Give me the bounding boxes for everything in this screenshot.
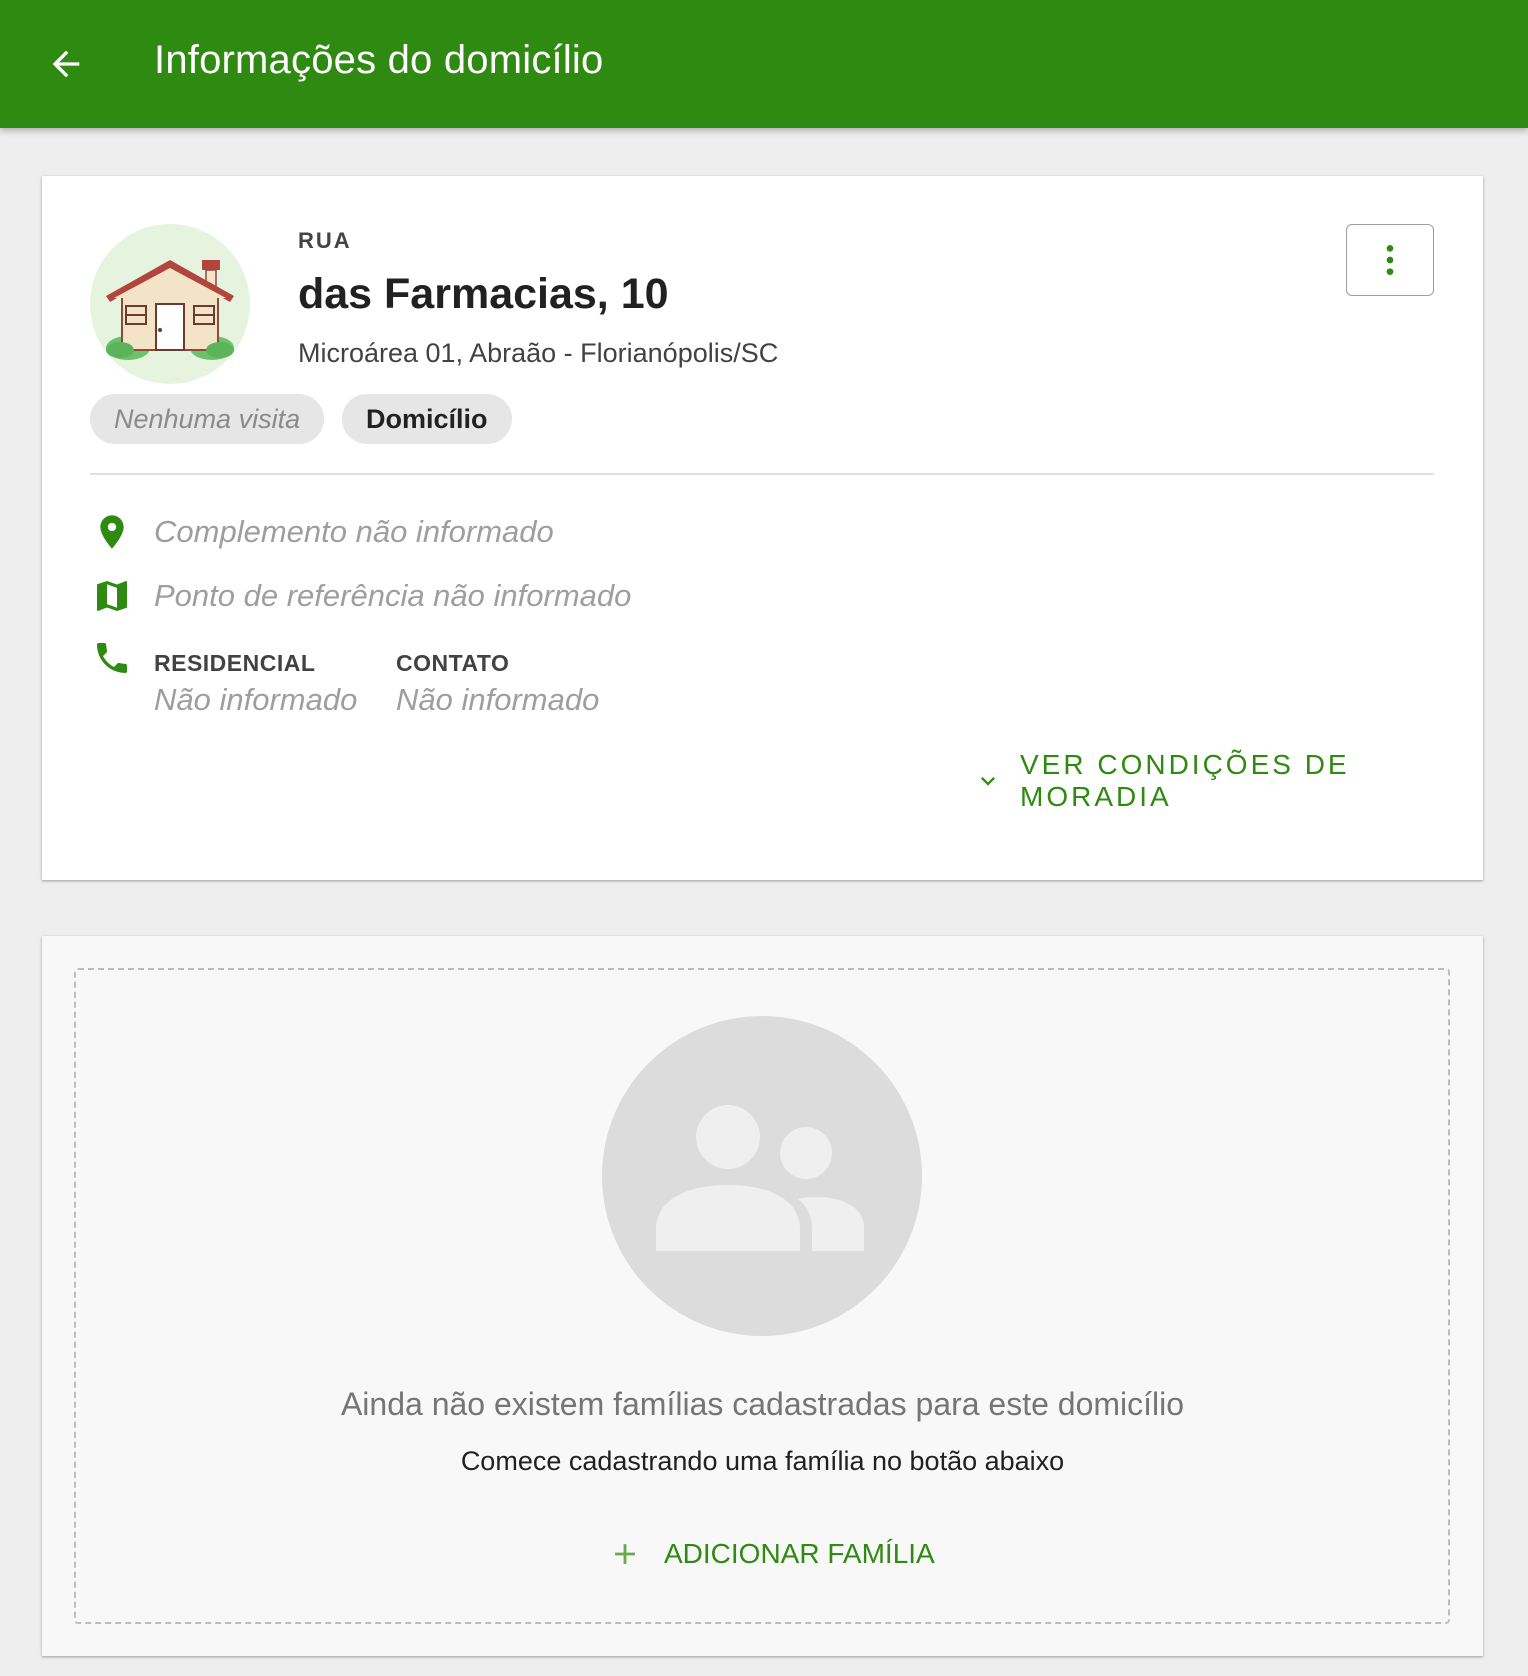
address-card: RUA das Farmacias, 10 Microárea 01, Abra… [42,176,1483,880]
plus-icon [608,1537,642,1571]
empty-state-avatar [602,1016,922,1336]
contact-phone-value: Não informado [396,682,600,717]
address-subtitle: Microárea 01, Abraão - Florianópolis/SC [298,338,779,368]
complement-text: Complemento não informado [154,514,554,549]
app-bar: Informações do domicílio [0,0,1528,128]
phone-icon [88,634,136,682]
contact-phone-label: CONTATO [396,650,510,676]
address-type-label: RUA [298,228,352,253]
page-title: Informações do domicílio [154,38,604,82]
reference-text: Ponto de referência não informado [154,578,632,613]
people-icon [656,1105,864,1251]
empty-state-subtitle: Comece cadastrando uma família no botão … [460,1446,1065,1476]
view-housing-conditions-label: VER CONDIÇÕES DE MORADIA [1020,749,1350,812]
residential-phone-value: Não informado [154,682,358,717]
back-button[interactable] [36,34,96,94]
location-pin-icon [88,508,136,556]
household-type-chip: Domicílio [342,394,512,444]
empty-state-title: Ainda não existem famílias cadastradas p… [340,1386,1185,1422]
visits-chip: Nenhuma visita [90,394,325,444]
more-options-button[interactable] [1346,224,1434,296]
map-icon [88,572,136,620]
chevron-down-icon [974,767,1002,795]
view-housing-conditions-button[interactable]: VER CONDIÇÕES DE MORADIA [974,749,1483,812]
residential-phone-label: RESIDENCIAL [154,650,316,676]
add-family-button[interactable]: ADICIONAR FAMÍLIA [608,1524,935,1584]
house-avatar [90,224,250,384]
address-title: das Farmacias, 10 [298,270,669,318]
more-vertical-icon [1386,245,1394,275]
house-icon [106,260,234,360]
families-card: Ainda não existem famílias cadastradas p… [42,936,1483,1656]
add-family-label: ADICIONAR FAMÍLIA [664,1538,935,1569]
divider [90,473,1434,475]
arrow-left-icon [52,50,80,78]
